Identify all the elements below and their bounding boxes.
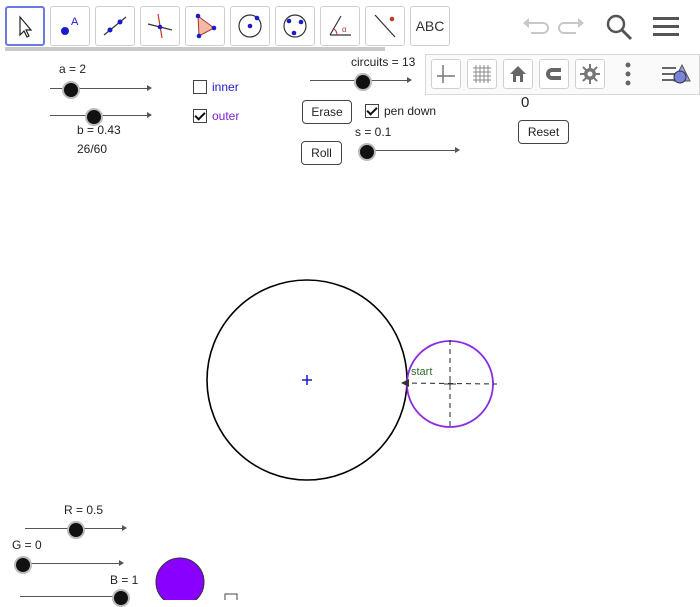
rolling-circle-center-point[interactable]: [444, 378, 456, 390]
hidden-checkbox-box[interactable]: [224, 593, 238, 600]
slider-R-label: R = 0.5: [64, 503, 104, 517]
slider-R[interactable]: [25, 520, 127, 539]
color-preview-circle: [155, 557, 205, 600]
start-label: start: [411, 366, 432, 378]
graphics-view[interactable]: start: [0, 0, 700, 600]
slider-B-label: B = 1: [110, 573, 139, 587]
slider-G-label: G = 0: [12, 538, 42, 552]
slider-G[interactable]: [14, 555, 124, 574]
slider-B[interactable]: [20, 588, 130, 607]
start-arrow-icon: [401, 379, 409, 387]
fixed-circle-center-point[interactable]: [302, 375, 312, 385]
slider-B-knob[interactable]: [112, 589, 130, 607]
slider-G-knob[interactable]: [14, 556, 32, 574]
slider-R-knob[interactable]: [67, 521, 85, 539]
